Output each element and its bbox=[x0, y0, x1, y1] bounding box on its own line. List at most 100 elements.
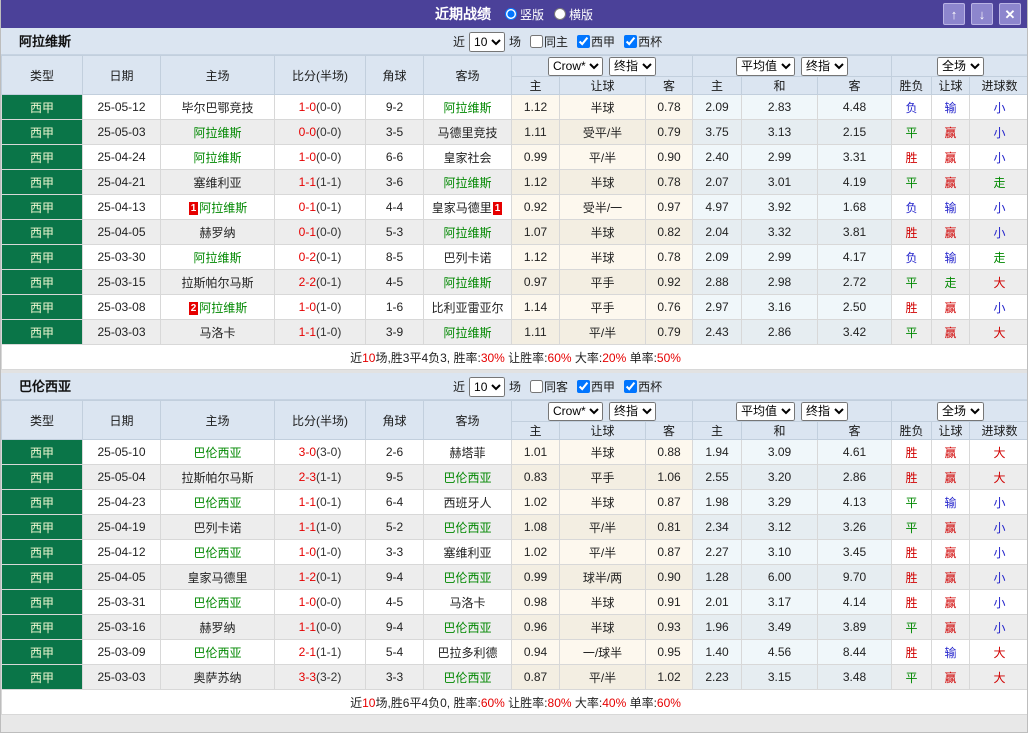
col-header-corner: 角球 bbox=[365, 55, 424, 95]
company-period-select[interactable]: 终指 bbox=[609, 56, 656, 76]
league-cell: 西甲 bbox=[1, 464, 83, 490]
scope-select[interactable]: 全场 bbox=[937, 401, 985, 421]
euro-odds-select-group: 平均值 终指 bbox=[692, 55, 893, 77]
home-team-cell: 奥萨苏纳 bbox=[160, 664, 275, 690]
score-cell: 3-0(3-0) bbox=[274, 439, 366, 465]
league-label[interactable]: 西甲 bbox=[591, 33, 615, 50]
home-team-cell: 赫罗纳 bbox=[160, 219, 275, 245]
team-name: 巴伦西亚 bbox=[443, 520, 492, 535]
rank-badge: 1 bbox=[492, 201, 503, 215]
move-down-button[interactable]: ↓ bbox=[971, 3, 993, 25]
team-name: 阿拉维斯 bbox=[443, 275, 492, 290]
corner-cell: 3-9 bbox=[365, 319, 424, 345]
away-team-cell: 赫塔菲 bbox=[423, 439, 512, 465]
col-header-away: 客场 bbox=[423, 400, 512, 440]
games-count-select[interactable]: 10 bbox=[469, 31, 506, 52]
score-cell: 1-1(1-0) bbox=[274, 514, 366, 540]
goals-result-cell: 大 bbox=[969, 439, 1027, 465]
league-label[interactable]: 西甲 bbox=[591, 378, 615, 395]
score-cell: 2-3(1-1) bbox=[274, 464, 366, 490]
average-select[interactable]: 平均值 bbox=[736, 56, 796, 76]
cup-checkbox[interactable] bbox=[624, 380, 638, 393]
handicap-result-cell: 赢 bbox=[931, 439, 971, 465]
euro-draw-odds: 2.99 bbox=[741, 244, 819, 270]
away-team-cell: 阿拉维斯 bbox=[423, 319, 512, 345]
team-name: 皇家社会 bbox=[443, 150, 492, 165]
same-venue-checkbox[interactable] bbox=[530, 380, 544, 393]
corner-cell: 6-4 bbox=[365, 489, 424, 515]
home-team-cell: 巴伦西亚 bbox=[160, 489, 275, 515]
company-period-select[interactable]: 终指 bbox=[609, 401, 656, 421]
away-team-cell: 巴拉多利德 bbox=[423, 639, 512, 665]
cup-checkbox[interactable] bbox=[624, 35, 638, 48]
euro-home-odds: 2.27 bbox=[692, 539, 743, 565]
euro-draw-odds: 3.12 bbox=[741, 514, 819, 540]
score-cell: 1-1(1-0) bbox=[274, 319, 366, 345]
date-cell: 25-04-12 bbox=[82, 539, 161, 565]
average-period-select[interactable]: 终指 bbox=[801, 56, 849, 76]
asia-away-odds: 0.90 bbox=[644, 144, 694, 170]
euro-home-odds: 2.07 bbox=[692, 169, 743, 195]
same-venue-label[interactable]: 同客 bbox=[544, 378, 568, 395]
horizontal-layout-label[interactable]: 横版 bbox=[569, 6, 593, 23]
score-cell: 3-3(3-2) bbox=[274, 664, 366, 690]
asia-away-odds: 0.91 bbox=[644, 589, 694, 615]
same-venue-label[interactable]: 同主 bbox=[544, 33, 568, 50]
league-checkbox[interactable] bbox=[577, 380, 591, 393]
handicap-result-cell: 赢 bbox=[931, 119, 971, 145]
home-team-cell: 阿拉维斯 bbox=[160, 119, 275, 145]
halftime-score: (0-0) bbox=[316, 595, 342, 609]
team-name: 皇家马德里 bbox=[431, 200, 492, 215]
asia-line: 平/半 bbox=[559, 144, 646, 170]
average-select[interactable]: 平均值 bbox=[736, 401, 796, 421]
vertical-layout-label[interactable]: 竖版 bbox=[520, 6, 544, 23]
euro-home-odds: 2.01 bbox=[692, 589, 743, 615]
handicap-result-cell: 输 bbox=[931, 639, 971, 665]
euro-draw-odds: 3.13 bbox=[741, 119, 819, 145]
move-up-button[interactable]: ↑ bbox=[943, 3, 965, 25]
asia-line: 半球 bbox=[559, 589, 646, 615]
col-header-eu-home: 主 bbox=[692, 76, 743, 95]
halftime-score: (1-0) bbox=[316, 545, 342, 559]
match-row: 西甲 25-04-05 皇家马德里 1-2(0-1) 9-4 巴伦西亚 0.99 球半/两 0.… bbox=[1, 564, 1027, 590]
asia-home-odds: 0.87 bbox=[511, 664, 560, 690]
score-cell: 0-0(0-0) bbox=[274, 119, 366, 145]
euro-draw-odds: 3.17 bbox=[741, 589, 819, 615]
corner-cell: 3-6 bbox=[365, 169, 424, 195]
scope-select[interactable]: 全场 bbox=[937, 56, 985, 76]
average-period-select[interactable]: 终指 bbox=[801, 401, 849, 421]
home-team-cell: 赫罗纳 bbox=[160, 614, 275, 640]
cup-label[interactable]: 西杯 bbox=[638, 33, 662, 50]
team-name: 巴伦西亚 bbox=[443, 620, 492, 635]
league-checkbox[interactable] bbox=[577, 35, 591, 48]
games-count-select[interactable]: 10 bbox=[469, 376, 506, 397]
euro-away-odds: 4.19 bbox=[817, 169, 893, 195]
fulltime-score: 1-0 bbox=[298, 545, 316, 559]
euro-draw-odds: 4.56 bbox=[741, 639, 819, 665]
vertical-layout-radio[interactable] bbox=[504, 8, 517, 20]
col-header-asia-home: 主 bbox=[511, 421, 560, 440]
team-name: 赫塔菲 bbox=[449, 445, 486, 460]
col-header-goals: 进球数 bbox=[969, 421, 1027, 440]
team-name: 阿拉维斯 bbox=[193, 150, 242, 165]
asia-line: 半球 bbox=[559, 614, 646, 640]
halftime-score: (0-1) bbox=[316, 275, 342, 289]
result-cell: 平 bbox=[891, 169, 933, 195]
goals-result-cell: 大 bbox=[969, 319, 1027, 345]
company-select[interactable]: Crow* bbox=[548, 401, 603, 421]
close-button[interactable]: ✕ bbox=[999, 3, 1021, 25]
score-cell: 1-1(1-1) bbox=[274, 169, 366, 195]
euro-home-odds: 2.23 bbox=[692, 664, 743, 690]
col-header-asia-home: 主 bbox=[511, 76, 560, 95]
halftime-score: (0-0) bbox=[316, 225, 342, 239]
horizontal-layout-radio[interactable] bbox=[554, 8, 566, 20]
euro-away-odds: 9.70 bbox=[817, 564, 893, 590]
date-cell: 25-05-03 bbox=[82, 119, 161, 145]
asia-line: 半球 bbox=[559, 244, 646, 270]
same-venue-checkbox[interactable] bbox=[530, 35, 544, 48]
asia-home-odds: 1.02 bbox=[511, 489, 560, 515]
company-select[interactable]: Crow* bbox=[548, 56, 603, 76]
league-cell: 西甲 bbox=[1, 514, 83, 540]
halftime-score: (0-1) bbox=[316, 200, 342, 214]
cup-label[interactable]: 西杯 bbox=[638, 378, 662, 395]
